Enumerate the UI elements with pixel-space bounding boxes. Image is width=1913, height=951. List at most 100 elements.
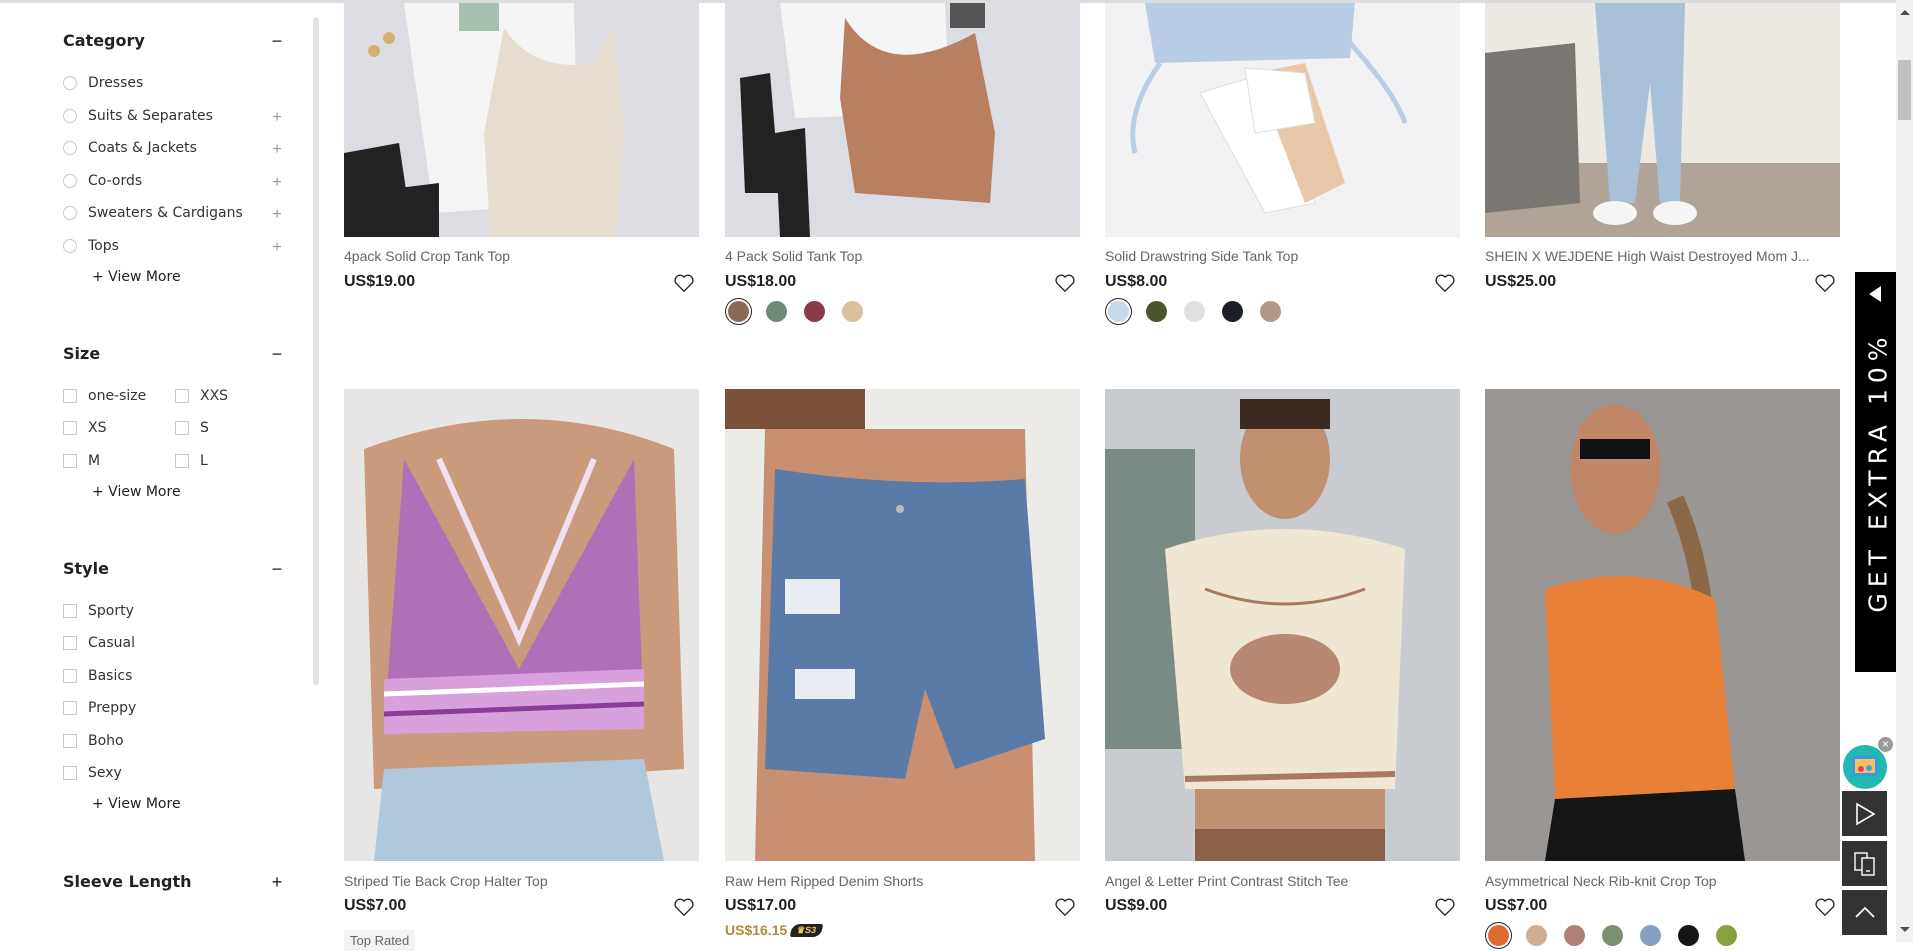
wishlist-heart-icon[interactable] (673, 896, 695, 918)
style-collapse-toggle[interactable]: − (270, 560, 284, 578)
wishlist-heart-icon[interactable] (1054, 272, 1076, 294)
product-name[interactable]: Striped Tie Back Crop Halter Top (344, 873, 674, 889)
checkbox[interactable] (175, 421, 189, 435)
radio-button[interactable] (63, 239, 77, 253)
color-swatch[interactable] (804, 301, 825, 322)
category-option-dresses[interactable]: Dresses (63, 75, 143, 91)
color-swatch[interactable] (1222, 301, 1243, 322)
wishlist-heart-icon[interactable] (1054, 896, 1076, 918)
wishlist-heart-icon[interactable] (1434, 272, 1456, 294)
category-collapse-toggle[interactable]: − (270, 32, 284, 50)
wishlist-heart-icon[interactable] (1814, 272, 1836, 294)
category-option-suits[interactable]: Suits & Separates (63, 108, 213, 124)
checkbox[interactable] (63, 766, 77, 780)
style-option-sporty[interactable]: Sporty (63, 603, 134, 619)
category-option-tops[interactable]: Tops (63, 238, 119, 254)
checkbox[interactable] (63, 734, 77, 748)
size-collapse-toggle[interactable]: − (270, 345, 284, 363)
product-card[interactable]: 4 Pack Solid Tank Top US$18.00 (725, 3, 1080, 323)
expand-tops-icon[interactable]: + (270, 239, 284, 257)
get-extra-discount-tab[interactable]: GET EXTRA 10% (1855, 272, 1900, 672)
color-swatch[interactable] (1488, 925, 1509, 946)
expand-suits-icon[interactable]: + (270, 109, 284, 127)
product-image[interactable] (1485, 389, 1840, 861)
radio-button[interactable] (63, 141, 77, 155)
size-option-one-size[interactable]: one-size (63, 388, 146, 404)
wishlist-heart-icon[interactable] (1814, 896, 1836, 918)
compare-button[interactable] (1842, 841, 1887, 886)
color-swatch[interactable] (1146, 301, 1167, 322)
color-swatch[interactable] (1716, 925, 1737, 946)
category-option-coords[interactable]: Co-ords (63, 173, 142, 189)
radio-button[interactable] (63, 174, 77, 188)
product-card[interactable]: Raw Hem Ripped Denim Shorts US$17.00 US$… (725, 389, 1080, 942)
product-image[interactable] (344, 3, 699, 237)
style-option-casual[interactable]: Casual (63, 635, 135, 651)
checkbox[interactable] (63, 636, 77, 650)
product-image[interactable] (1485, 3, 1840, 237)
scroll-down-arrow-icon[interactable] (1900, 927, 1910, 932)
style-option-preppy[interactable]: Preppy (63, 700, 136, 716)
color-swatch[interactable] (1526, 925, 1547, 946)
checkbox[interactable] (63, 604, 77, 618)
product-image[interactable] (1105, 389, 1460, 861)
page-scrollbar[interactable] (1896, 0, 1913, 942)
checkbox[interactable] (175, 389, 189, 403)
radio-button[interactable] (63, 109, 77, 123)
style-option-sexy[interactable]: Sexy (63, 765, 122, 781)
color-swatch[interactable] (1108, 301, 1129, 322)
size-option-s[interactable]: S (175, 420, 209, 436)
back-to-top-button[interactable] (1842, 890, 1887, 935)
expand-coats-icon[interactable]: + (270, 141, 284, 159)
size-view-more-link[interactable]: + View More (92, 484, 181, 500)
expand-coords-icon[interactable]: + (270, 174, 284, 192)
product-name[interactable]: 4 Pack Solid Tank Top (725, 248, 1055, 264)
product-name[interactable]: Asymmetrical Neck Rib-knit Crop Top (1485, 873, 1815, 889)
color-swatch[interactable] (1640, 925, 1661, 946)
scrollbar-thumb[interactable] (1898, 60, 1911, 120)
style-option-boho[interactable]: Boho (63, 733, 124, 749)
product-name[interactable]: Raw Hem Ripped Denim Shorts (725, 873, 1055, 889)
close-widget-icon[interactable]: × (1878, 737, 1893, 752)
style-option-basics[interactable]: Basics (63, 668, 132, 684)
size-option-l[interactable]: L (175, 453, 208, 469)
size-option-xs[interactable]: XS (63, 420, 106, 436)
checkbox[interactable] (63, 669, 77, 683)
product-name[interactable]: 4pack Solid Crop Tank Top (344, 248, 674, 264)
category-view-more-link[interactable]: + View More (92, 269, 181, 285)
checkbox[interactable] (63, 701, 77, 715)
sidebar-scrollbar[interactable] (313, 17, 319, 685)
product-card[interactable]: SHEIN X WEJDENE High Waist Destroyed Mom… (1485, 3, 1840, 323)
product-image[interactable] (344, 389, 699, 861)
wishlist-heart-icon[interactable] (1434, 896, 1456, 918)
wishlist-heart-icon[interactable] (673, 272, 695, 294)
product-card[interactable]: Solid Drawstring Side Tank Top US$8.00 (1105, 3, 1460, 323)
product-card[interactable]: Striped Tie Back Crop Halter Top US$7.00… (344, 389, 699, 951)
product-card[interactable]: Asymmetrical Neck Rib-knit Crop Top US$7… (1485, 389, 1840, 946)
scroll-up-arrow-icon[interactable] (1900, 10, 1910, 15)
product-image[interactable] (725, 389, 1080, 861)
product-card[interactable]: 4pack Solid Crop Tank Top US$19.00 (344, 3, 699, 323)
product-image[interactable] (1105, 3, 1460, 237)
size-option-m[interactable]: M (63, 453, 100, 469)
checkbox[interactable] (175, 454, 189, 468)
color-swatch[interactable] (842, 301, 863, 322)
color-swatch[interactable] (1184, 301, 1205, 322)
radio-button[interactable] (63, 76, 77, 90)
radio-button[interactable] (63, 206, 77, 220)
color-swatch[interactable] (728, 301, 749, 322)
expand-sweaters-icon[interactable]: + (270, 206, 284, 224)
size-option-xxs[interactable]: XXS (175, 388, 228, 404)
category-option-sweaters[interactable]: Sweaters & Cardigans (63, 205, 243, 221)
product-image[interactable] (725, 3, 1080, 237)
category-option-coats[interactable]: Coats & Jackets (63, 140, 197, 156)
checkbox[interactable] (63, 454, 77, 468)
collapse-arrow-icon[interactable] (1869, 286, 1881, 302)
color-swatch[interactable] (1602, 925, 1623, 946)
color-swatch[interactable] (1678, 925, 1699, 946)
color-swatch[interactable] (1564, 925, 1585, 946)
sleeve-length-expand-toggle[interactable]: + (270, 873, 284, 891)
product-card[interactable]: Angel & Letter Print Contrast Stitch Tee… (1105, 389, 1460, 942)
style-view-more-link[interactable]: + View More (92, 796, 181, 812)
product-name[interactable]: Solid Drawstring Side Tank Top (1105, 248, 1435, 264)
